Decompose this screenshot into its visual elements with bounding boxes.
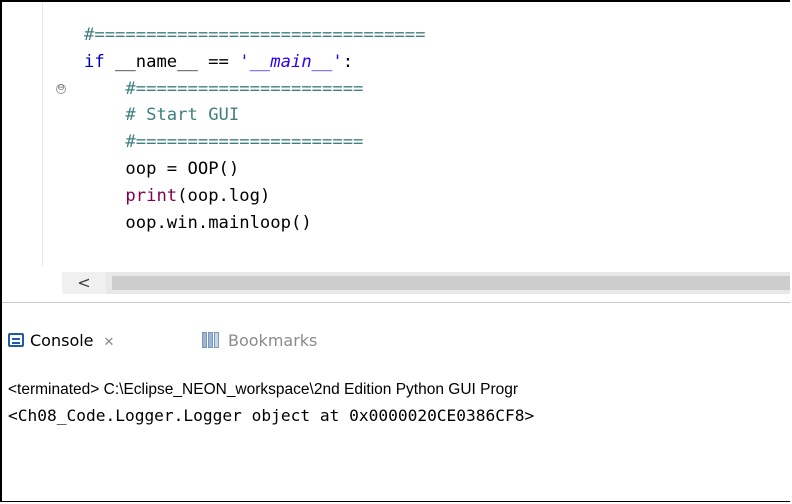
tab-bookmarks-label: Bookmarks <box>228 331 318 350</box>
fold-collapse-icon[interactable]: ⊖ <box>56 84 66 94</box>
tab-console[interactable]: Console ✕ <box>8 329 114 353</box>
code-token: __name__ == <box>104 51 240 72</box>
code-line: # Start GUI <box>84 102 425 129</box>
bookmarks-icon <box>202 331 222 348</box>
close-icon[interactable]: ✕ <box>104 331 115 355</box>
code-token: '__main__' <box>239 51 343 72</box>
code-token: print <box>125 185 178 206</box>
code-token: : <box>342 51 354 72</box>
scrollbar-thumb[interactable] <box>112 276 790 290</box>
console-view: Console ✕ Bookmarks <terminated> C:\Eclip… <box>2 302 790 501</box>
code-token: #================================ <box>84 25 426 45</box>
code-line: #====================== <box>84 76 425 103</box>
console-output-line[interactable]: <Ch08_Code.Logger.Logger object at 0x000… <box>8 405 534 427</box>
console-status-line: <terminated> C:\Eclipse_NEON_workspace\2… <box>8 381 519 398</box>
editor-ruler <box>2 2 42 266</box>
tab-console-label: Console <box>30 331 94 350</box>
code-line: #====================== <box>84 129 425 156</box>
code-token: oop = OOP() <box>125 158 240 179</box>
code-line: oop.win.mainloop() <box>84 210 425 237</box>
code-token: if <box>84 51 105 72</box>
ruler-divider <box>42 2 43 266</box>
code-editor[interactable]: ⊖ #================================ if __… <box>2 2 790 302</box>
code-line: oop = OOP() <box>84 156 425 183</box>
tab-bookmarks[interactable]: Bookmarks <box>202 329 317 353</box>
code-block[interactable]: #================================ if __na… <box>84 22 425 236</box>
code-token: #====================== <box>125 132 364 153</box>
scroll-left-button[interactable]: < <box>62 272 106 294</box>
code-token: oop.win.mainloop() <box>125 212 312 233</box>
chevron-left-icon: < <box>77 273 91 292</box>
code-token: (oop.log) <box>177 185 271 206</box>
ide-window: ⊖ #================================ if __… <box>0 0 790 502</box>
console-icon <box>8 332 24 347</box>
code-line: print(oop.log) <box>84 183 425 210</box>
code-line: if __name__ == '__main__': <box>84 49 425 76</box>
code-line: #================================ <box>84 22 425 49</box>
view-tab-bar: Console ✕ Bookmarks <box>2 325 790 355</box>
code-token: #====================== <box>125 78 364 99</box>
code-token: # Start GUI <box>125 105 240 126</box>
